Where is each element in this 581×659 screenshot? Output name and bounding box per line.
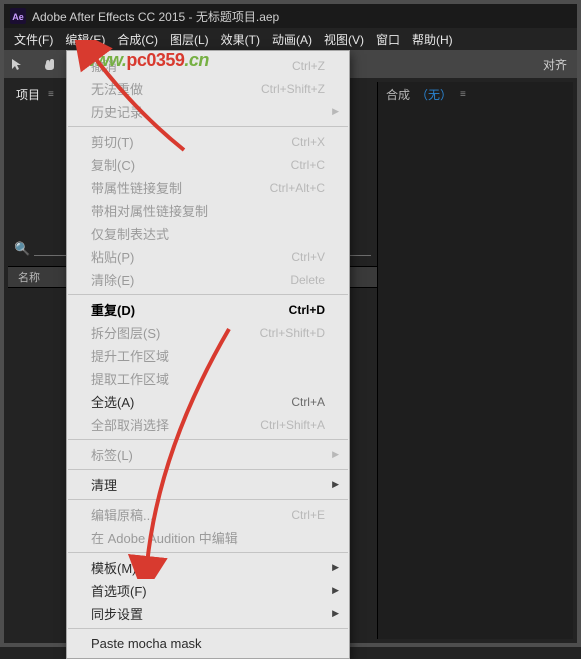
menu-item: 剪切(T) Ctrl+X [67,130,349,153]
menu-view[interactable]: 视图(V) [318,29,370,50]
composition-panel: 合成 （无） ≡ [378,82,573,639]
panel-menu-icon[interactable]: ≡ [460,89,466,100]
menu-item-label: 全部取消选择 [91,415,169,434]
menu-item-shortcut: Ctrl+Alt+C [270,181,325,195]
menu-item-shortcut: Ctrl+C [291,158,325,172]
menu-item-shortcut: Ctrl+D [289,303,325,317]
menu-item-label: 清除(E) [91,270,134,289]
menu-item-label: 剪切(T) [91,132,134,151]
menu-item-label: 拆分图层(S) [91,323,160,342]
menu-item-shortcut: Delete [290,273,325,287]
menu-item: 仅复制表达式 [67,222,349,245]
menu-item: 无法重做 Ctrl+Shift+Z [67,77,349,100]
menu-divider [68,294,348,295]
menu-help[interactable]: 帮助(H) [406,29,459,50]
svg-text:Ae: Ae [12,12,24,22]
menu-item-label: 仅复制表达式 [91,224,169,243]
menu-item[interactable]: 首选项(F) [67,579,349,602]
menu-item: 撤消 Ctrl+Z [67,54,349,77]
menu-item-label: 提升工作区域 [91,346,169,365]
menu-item-shortcut: Ctrl+A [291,395,325,409]
menu-item-label: 粘贴(P) [91,247,134,266]
menu-divider [68,628,348,629]
menu-item-label: 在 Adobe Audition 中编辑 [91,528,238,547]
menu-item: 拆分图层(S) Ctrl+Shift+D [67,321,349,344]
menu-item-shortcut: Ctrl+Shift+Z [261,82,325,96]
titlebar: Ae Adobe After Effects CC 2015 - 无标题项目.a… [4,4,577,28]
menu-divider [68,126,348,127]
menu-divider [68,439,348,440]
menu-item-shortcut: Ctrl+Shift+A [260,418,325,432]
project-tab[interactable]: 项目 [16,86,40,103]
menu-item: 粘贴(P) Ctrl+V [67,245,349,268]
align-label[interactable]: 对齐 [543,56,567,73]
composition-panel-header: 合成 （无） ≡ [378,82,573,106]
selection-tool-icon[interactable] [8,55,26,73]
menu-file[interactable]: 文件(F) [8,29,59,50]
menu-item: 标签(L) [67,443,349,466]
menu-item-label: 提取工作区域 [91,369,169,388]
menu-effect[interactable]: 效果(T) [215,29,266,50]
menu-item-label: 编辑原稿... [91,505,154,524]
menu-divider [68,552,348,553]
menu-divider [68,499,348,500]
menu-item-label: 清理 [91,475,117,494]
menu-item-label: 历史记录 [91,102,143,121]
menu-item-label: 撤消 [91,56,117,75]
menu-item-label: 模板(M) [91,558,137,577]
menu-layer[interactable]: 图层(L) [164,29,215,50]
menu-item-shortcut: Ctrl+X [291,135,325,149]
window-title: Adobe After Effects CC 2015 - 无标题项目.aep [32,8,279,25]
menu-window[interactable]: 窗口 [370,29,406,50]
menu-composition[interactable]: 合成(C) [111,29,164,50]
menubar: 文件(F) 编辑(E) 合成(C) 图层(L) 效果(T) 动画(A) 视图(V… [4,28,577,50]
menu-item[interactable]: 同步设置 [67,602,349,625]
panel-menu-icon[interactable]: ≡ [48,89,54,100]
edit-dropdown-menu: 撤消 Ctrl+Z 无法重做 Ctrl+Shift+Z 历史记录剪切(T) Ctrl+X 复… [66,50,350,659]
menu-item-label: 复制(C) [91,155,135,174]
menu-item-label: 重复(D) [91,300,135,319]
menu-item-label: 标签(L) [91,445,133,464]
menu-item: 提取工作区域 [67,367,349,390]
menu-item-label: 带相对属性链接复制 [91,201,208,220]
app-logo-icon: Ae [10,8,26,24]
menu-item-shortcut: Ctrl+E [291,508,325,522]
menu-item-label: 同步设置 [91,604,143,623]
menu-item[interactable]: Paste mocha mask [67,632,349,655]
menu-item: 带相对属性链接复制 [67,199,349,222]
menu-item[interactable]: 模板(M) [67,556,349,579]
menu-item-label: 无法重做 [91,79,143,98]
menu-divider [68,469,348,470]
menu-item-shortcut: Ctrl+Shift+D [260,326,325,340]
menu-item: 复制(C) Ctrl+C [67,153,349,176]
menu-edit[interactable]: 编辑(E) [59,29,111,50]
menu-animation[interactable]: 动画(A) [266,29,318,50]
menu-item: 带属性链接复制 Ctrl+Alt+C [67,176,349,199]
menu-item: 在 Adobe Audition 中编辑 [67,526,349,549]
composition-none-label: （无） [416,86,452,103]
menu-item[interactable]: 清理 [67,473,349,496]
menu-item-label: 全选(A) [91,392,134,411]
menu-item: 提升工作区域 [67,344,349,367]
search-icon[interactable]: 🔍 [14,241,30,257]
menu-item-shortcut: Ctrl+Z [292,59,325,73]
menu-item: 历史记录 [67,100,349,123]
hand-tool-icon[interactable] [40,55,58,73]
menu-item: 清除(E) Delete [67,268,349,291]
menu-item-shortcut: Ctrl+V [291,250,325,264]
menu-item: 编辑原稿... Ctrl+E [67,503,349,526]
menu-item-label: 带属性链接复制 [91,178,182,197]
composition-viewer [378,106,573,639]
menu-item[interactable]: 全选(A) Ctrl+A [67,390,349,413]
composition-tab[interactable]: 合成 [386,86,410,103]
menu-item[interactable]: 重复(D) Ctrl+D [67,298,349,321]
menu-item: 全部取消选择 Ctrl+Shift+A [67,413,349,436]
menu-item-label: Paste mocha mask [91,636,202,651]
menu-item-label: 首选项(F) [91,581,147,600]
